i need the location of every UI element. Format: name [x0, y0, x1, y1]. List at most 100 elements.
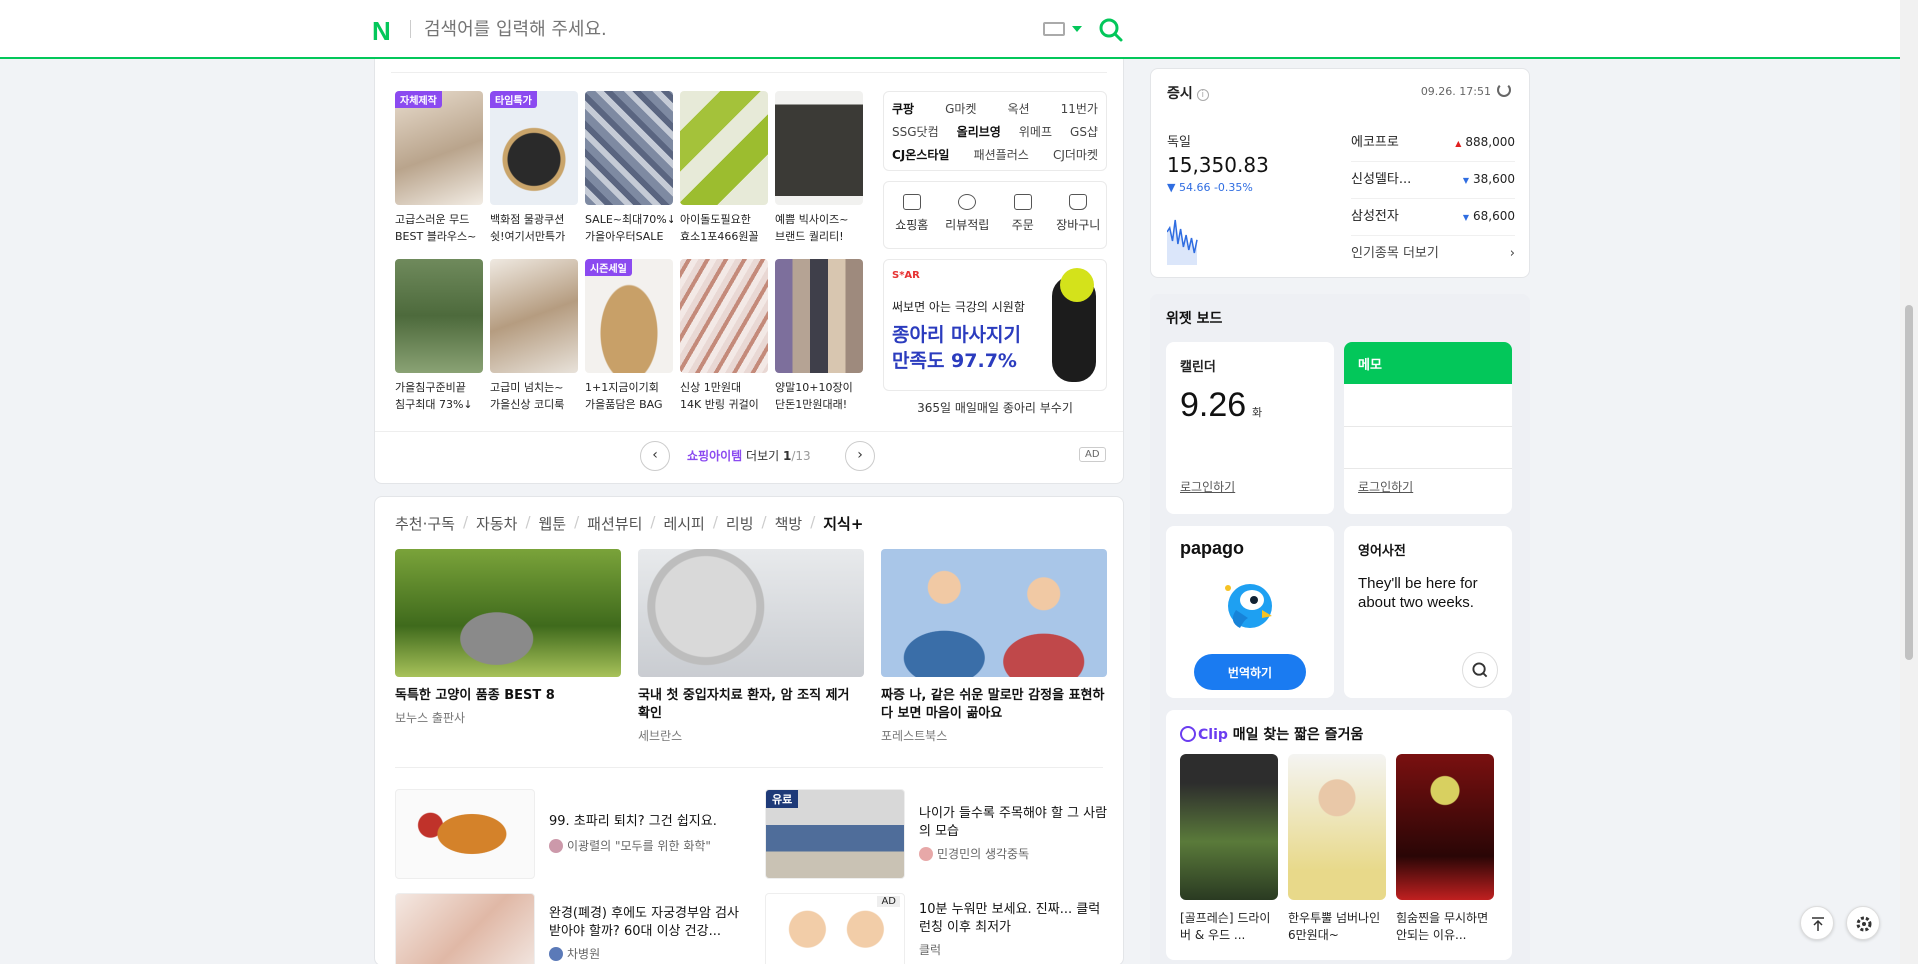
- mall-link[interactable]: 패션플러스: [974, 144, 1029, 167]
- index-name[interactable]: 독일: [1167, 131, 1191, 150]
- tab-webtoon[interactable]: 웹툰: [539, 513, 567, 534]
- author-avatar: [549, 947, 563, 961]
- memo-line: [1344, 426, 1512, 427]
- gear-icon: [1856, 916, 1872, 932]
- mall-link[interactable]: 올리브영: [957, 121, 1001, 144]
- stock-card: 증시 i 09.26. 17:51 독일 15,350.83 ▼ 54.66 -0…: [1150, 68, 1530, 278]
- search-icon[interactable]: [1462, 652, 1498, 688]
- product-item[interactable]: 예쁨 빅사이즈~ 브랜드 퀄리티!: [775, 91, 863, 245]
- papago-widget[interactable]: papago 번역하기: [1166, 526, 1334, 698]
- tab-knowledge[interactable]: 지식+: [823, 513, 863, 534]
- pager-label[interactable]: 쇼핑아이템 더보기 1/13: [687, 447, 811, 464]
- clip-caption: [골프레슨] 드라이버 & 우드 ...: [1180, 911, 1271, 942]
- feature-image: [638, 549, 864, 677]
- product-caption-line2: 브랜드 퀄리티!: [775, 230, 844, 243]
- shortcut-review[interactable]: 리뷰적립: [940, 194, 994, 248]
- article-image: [395, 893, 535, 964]
- product-item[interactable]: 아이돌도필요한 효소1포466원꼴: [680, 91, 768, 245]
- scroll-to-top-button[interactable]: [1800, 906, 1834, 940]
- clip-thumbnail: [1180, 754, 1278, 900]
- mall-link[interactable]: G마켓: [945, 98, 976, 121]
- prev-page-button[interactable]: ‹: [640, 441, 670, 471]
- scrollbar-thumb[interactable]: [1905, 305, 1913, 660]
- product-image: 시즌세일: [585, 259, 673, 373]
- next-page-button[interactable]: ›: [845, 441, 875, 471]
- tab-recipe[interactable]: 레시피: [663, 513, 704, 534]
- memo-line: [1344, 468, 1512, 469]
- calendar-login-link[interactable]: 로그인하기: [1180, 478, 1235, 495]
- mall-link[interactable]: CJ온스타일: [892, 144, 949, 167]
- tab-living[interactable]: 리빙: [726, 513, 754, 534]
- popular-stocks-more-link[interactable]: 인기종목 더보기 ›: [1351, 236, 1515, 271]
- info-icon[interactable]: i: [1196, 89, 1209, 101]
- naver-logo[interactable]: N: [372, 16, 391, 47]
- mall-link[interactable]: 11번가: [1061, 98, 1098, 121]
- product-image: [490, 259, 578, 373]
- stock-row[interactable]: 신성델타... ▼ 38,600: [1351, 162, 1515, 199]
- product-badge: 자체제작: [395, 91, 442, 108]
- tab-fashion-beauty[interactable]: 패션뷰티: [587, 513, 642, 534]
- tab-books[interactable]: 책방: [775, 513, 803, 534]
- chevron-down-icon[interactable]: [1072, 26, 1082, 32]
- calendar-widget[interactable]: 캘린더 9.26 화 로그인하기: [1166, 342, 1334, 514]
- mall-link[interactable]: 쿠팡: [892, 98, 914, 121]
- ad-tag: AD: [1079, 447, 1106, 462]
- product-item[interactable]: 양말10+10장이 단돈1만원대래!: [775, 259, 863, 413]
- product-image: [680, 259, 768, 373]
- mall-link[interactable]: 위메프: [1019, 121, 1052, 144]
- product-badge: 타임특가: [490, 91, 537, 108]
- memo-widget[interactable]: 메모 로그인하기: [1344, 342, 1512, 514]
- search-input[interactable]: [424, 14, 1024, 44]
- product-caption-line1: 신상 1만원대: [680, 381, 742, 394]
- clip-item[interactable]: 한우투뿔 넘버나인 6만원대~: [1288, 754, 1386, 944]
- refresh-icon[interactable]: [1497, 83, 1511, 97]
- product-item[interactable]: 시즌세일 1+1지금이기회 가을품담은 BAG: [585, 259, 673, 413]
- feature-item[interactable]: 짜증 나, 같은 쉬운 말로만 감정을 표현하다 보면 마음이 곪아요 포레스트…: [881, 549, 1107, 744]
- index-change: ▼ 54.66 -0.35%: [1167, 181, 1253, 194]
- shortcut-order[interactable]: 주문: [996, 194, 1050, 248]
- tab-car[interactable]: 자동차: [476, 513, 517, 534]
- widget-board-title: 위젯 보드: [1166, 311, 1223, 327]
- mall-link[interactable]: GS샵: [1070, 121, 1098, 144]
- feature-source: 세브란스: [638, 729, 683, 743]
- ad-caption[interactable]: 365일 매일매일 종아리 부수기: [883, 399, 1107, 416]
- product-item[interactable]: SALE~최대70%↓ 가을아우터SALE: [585, 91, 673, 245]
- shopping-shortcuts: 쇼핑홈 리뷰적립 주문 장바구니: [883, 181, 1107, 249]
- product-image: [585, 91, 673, 205]
- mall-link[interactable]: SSG닷컴: [892, 121, 939, 144]
- product-item[interactable]: 가을침구준비끝 침구최대 73%↓: [395, 259, 483, 413]
- tab-recommend[interactable]: 추천·구독: [395, 513, 455, 534]
- mall-link[interactable]: CJ더마켓: [1053, 144, 1098, 167]
- translate-button[interactable]: 번역하기: [1194, 654, 1306, 690]
- product-item[interactable]: 자체제작 고급스러운 무드 BEST 블라우스~: [395, 91, 483, 245]
- ad-banner[interactable]: S*AR 써보면 아는 극강의 시원함 종아리 마사지기 만족도 97.7%: [883, 259, 1107, 391]
- content-divider: [395, 767, 1103, 768]
- search-icon[interactable]: [1098, 17, 1124, 43]
- product-item[interactable]: 신상 1만원대 14K 반링 귀걸이: [680, 259, 768, 413]
- clip-caption: 힘숨찐을 무시하면 안되는 이유...: [1396, 911, 1489, 942]
- stock-row[interactable]: 삼성전자 ▼ 68,600: [1351, 199, 1515, 236]
- up-arrow-icon: ▲: [1455, 139, 1462, 148]
- index-sparkline: [1167, 219, 1198, 265]
- article-source: 민경민의 생각중독: [919, 845, 1029, 862]
- memo-login-link[interactable]: 로그인하기: [1358, 478, 1413, 495]
- chevron-right-icon: ›: [1509, 246, 1515, 261]
- product-caption-line2: 14K 반링 귀걸이: [680, 398, 759, 411]
- stock-row[interactable]: 에코프로 ▲ 888,000: [1351, 125, 1515, 162]
- settings-button[interactable]: [1846, 906, 1880, 940]
- clip-item[interactable]: 힘숨찐을 무시하면 안되는 이유...: [1396, 754, 1494, 944]
- shortcut-cart[interactable]: 장바구니: [1051, 194, 1105, 248]
- product-caption-line1: 고급미 넘치는~: [490, 381, 564, 394]
- shortcut-shopping-home[interactable]: 쇼핑홈: [885, 194, 939, 248]
- clip-item[interactable]: [골프레슨] 드라이버 & 우드 ...: [1180, 754, 1278, 944]
- product-caption-line1: 양말10+10장이: [775, 381, 853, 394]
- arrow-up-icon: [1812, 917, 1824, 931]
- keyboard-icon[interactable]: [1043, 22, 1065, 36]
- article-title: 99. 초파리 퇴치? 그건 쉽지요.: [549, 814, 717, 829]
- dictionary-widget[interactable]: 영어사전 They'll be here for about two weeks…: [1344, 526, 1512, 698]
- product-item[interactable]: 타임특가 백화점 물광쿠션 쉿!여기서만특가: [490, 91, 578, 245]
- feature-item[interactable]: 독특한 고양이 품종 BEST 8 보누스 출판사: [395, 549, 621, 726]
- product-item[interactable]: 고급미 넘치는~ 가을신상 코디룩: [490, 259, 578, 413]
- feature-item[interactable]: 국내 첫 중입자치료 환자, 암 조직 제거 확인 세브란스: [638, 549, 864, 744]
- mall-link[interactable]: 옥션: [1008, 98, 1030, 121]
